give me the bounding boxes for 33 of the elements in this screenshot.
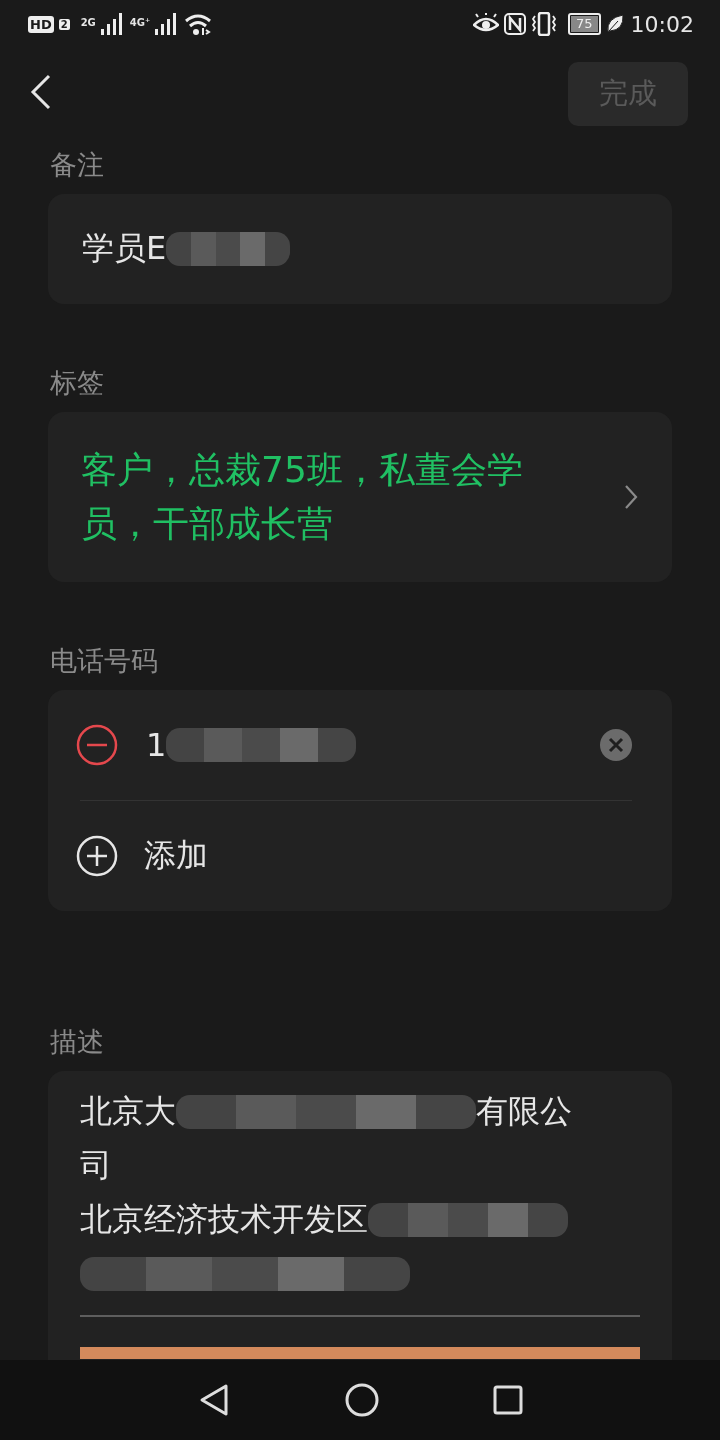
chevron-right-icon bbox=[624, 484, 638, 510]
field-text: 1 bbox=[146, 726, 167, 764]
sim-badge: 2 bbox=[58, 18, 70, 30]
tags-row[interactable]: 客户，总裁75班，私董会学员，干部成长营 bbox=[48, 412, 672, 582]
section-label: 标签 bbox=[50, 366, 105, 400]
leaf-icon bbox=[605, 14, 624, 34]
battery-level: 75 bbox=[568, 13, 601, 35]
vibrate-icon bbox=[531, 12, 558, 36]
note-field[interactable]: 学员E bbox=[48, 194, 672, 304]
field-text: 学员E bbox=[82, 228, 167, 269]
section-label: 备注 bbox=[50, 148, 105, 182]
hd-badge: HD bbox=[28, 15, 54, 33]
field-text: 北京经济技术开发区 bbox=[80, 1199, 368, 1240]
tags-text: 客户，总裁75班，私董会学员，干部成长营 bbox=[81, 448, 524, 546]
add-icon[interactable] bbox=[76, 835, 118, 877]
home-nav-icon[interactable] bbox=[345, 1383, 379, 1417]
section-label: 描述 bbox=[50, 1025, 105, 1059]
signal-icon bbox=[100, 13, 125, 35]
field-text: 司 bbox=[80, 1145, 112, 1186]
add-phone-link[interactable]: 添加 bbox=[144, 834, 208, 878]
remove-icon[interactable] bbox=[76, 724, 118, 766]
section-label: 电话号码 bbox=[50, 644, 159, 678]
nfc-icon bbox=[504, 13, 527, 35]
field-text: 有限公 bbox=[476, 1091, 572, 1132]
recents-nav-icon[interactable] bbox=[493, 1385, 523, 1415]
network-label: 4G⁺ bbox=[129, 17, 151, 28]
clear-icon[interactable] bbox=[600, 729, 632, 761]
clock-time: 10:02 bbox=[630, 11, 694, 37]
wifi-icon bbox=[184, 13, 213, 35]
network-label: 2G bbox=[80, 17, 96, 28]
field-text: 北京大 bbox=[80, 1091, 176, 1132]
description-field[interactable]: 北京大 有限公 司 北京经济技术开发区 bbox=[48, 1071, 672, 1360]
back-icon[interactable] bbox=[30, 74, 52, 110]
